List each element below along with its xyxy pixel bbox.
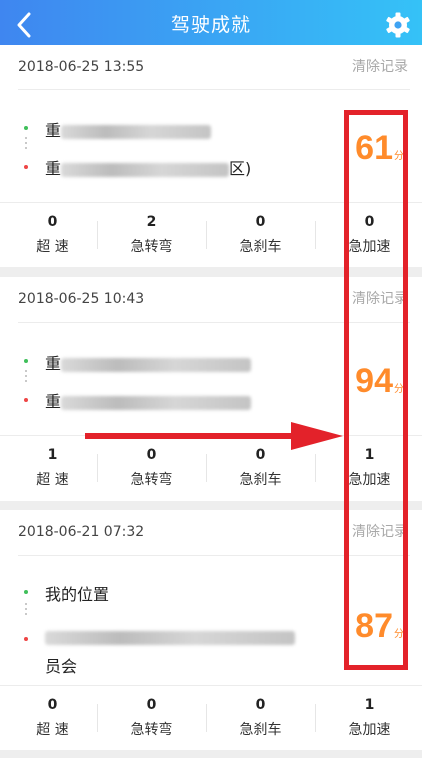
route-line	[25, 137, 27, 151]
stat-hard-brake: 0 急刹车	[239, 214, 282, 255]
settings-button[interactable]	[384, 11, 412, 39]
divider	[97, 221, 98, 249]
start-address: 重	[45, 117, 212, 141]
redacted-text	[61, 124, 212, 139]
stat-sharp-turn: 0 急转弯	[130, 697, 173, 738]
route-line	[25, 370, 27, 384]
start-dot-icon	[24, 359, 28, 363]
start-dot-icon	[24, 126, 28, 130]
redacted-text	[61, 357, 252, 372]
divider	[97, 704, 98, 732]
divider	[206, 704, 207, 732]
divider	[315, 454, 316, 482]
end-address-tail: 员会	[45, 657, 78, 676]
end-address: 重	[45, 388, 252, 412]
page-title: 驾驶成就	[170, 14, 251, 36]
divider	[315, 221, 316, 249]
divider	[97, 454, 98, 482]
end-dot-icon	[24, 637, 28, 641]
event-stats: 0超 速 0 急转弯 0 急刹车 1 急加速	[0, 685, 422, 747]
divider	[315, 704, 316, 732]
end-dot-icon	[24, 165, 28, 169]
divider	[206, 454, 207, 482]
end-address: 重区)	[45, 159, 252, 178]
stat-rapid-accel: 1 急加速	[348, 697, 391, 738]
stat-sharp-turn: 2 急转弯	[130, 214, 173, 255]
redacted-text	[61, 162, 230, 177]
start-dot-icon	[24, 590, 28, 594]
redacted-text	[45, 630, 295, 645]
stat-hard-brake: 0 急刹车	[239, 697, 282, 738]
highlight-box	[344, 110, 408, 670]
end-address	[45, 627, 295, 646]
arrow-icon	[85, 422, 343, 450]
route-line	[25, 603, 27, 617]
record-date: 2018-06-25 13:55	[18, 59, 145, 75]
redacted-text	[61, 395, 252, 410]
record-date: 2018-06-21 07:32	[18, 524, 145, 540]
record-header: 2018-06-25 13:55 清除记录	[0, 45, 422, 90]
record-date: 2018-06-25 10:43	[18, 291, 145, 307]
divider	[206, 221, 207, 249]
gear-icon	[386, 12, 410, 38]
stat-speeding: 0超 速	[36, 697, 69, 738]
end-dot-icon	[24, 398, 28, 402]
start-address: 重	[45, 350, 252, 374]
stat-speeding: 0超 速	[36, 214, 69, 255]
start-address: 我的位置	[45, 585, 110, 604]
app-header: 驾驶成就	[0, 0, 422, 50]
clear-record-button[interactable]: 清除记录	[352, 45, 408, 89]
